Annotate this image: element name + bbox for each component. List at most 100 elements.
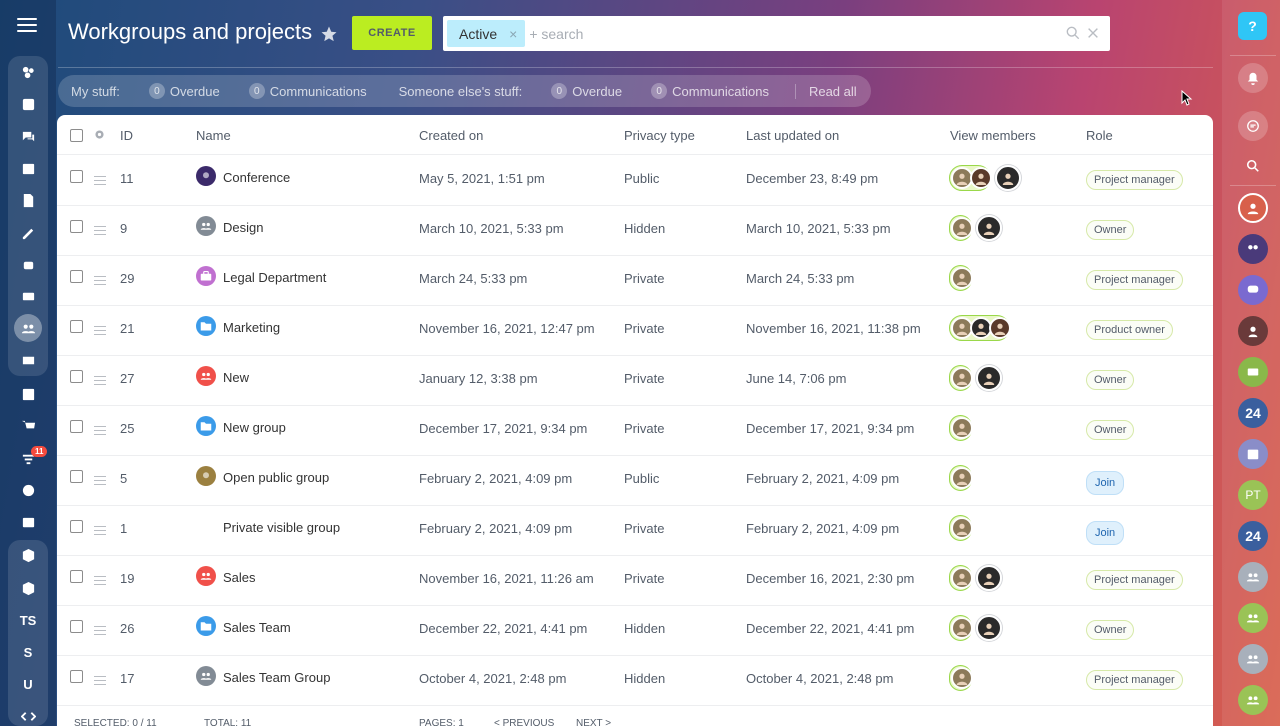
table-row[interactable]: 29 Legal Department March 24, 5:33 pm Priva… [57, 256, 1213, 306]
chat-icon[interactable] [12, 124, 44, 148]
drag-handle-icon[interactable] [94, 526, 106, 535]
contact-card-icon[interactable] [12, 510, 44, 534]
group-chat-icon-2[interactable] [1238, 562, 1268, 592]
row-members[interactable] [949, 465, 976, 491]
column-updated[interactable]: Last updated on [746, 128, 839, 143]
row-name-link[interactable]: Conference [223, 170, 290, 185]
member-avatar[interactable] [951, 417, 973, 439]
member-group[interactable] [949, 215, 973, 241]
table-row[interactable]: 11 Conference May 5, 2021, 1:51 pm Public De… [57, 156, 1213, 206]
chat-label-pt[interactable]: PT [1238, 480, 1268, 510]
row-checkbox[interactable] [70, 520, 83, 533]
messenger-icon[interactable] [1238, 111, 1268, 141]
row-members[interactable] [949, 215, 1006, 241]
tasks-icon[interactable] [12, 382, 44, 406]
menu-icon[interactable] [17, 18, 37, 34]
calendar-chat-icon[interactable] [1238, 439, 1268, 469]
column-privacy[interactable]: Privacy type [624, 128, 695, 143]
member-group[interactable] [949, 615, 973, 641]
column-members[interactable]: View members [950, 128, 1036, 143]
row-members[interactable] [949, 415, 976, 441]
row-name-link[interactable]: New [223, 370, 249, 385]
member-group[interactable] [949, 165, 992, 191]
member-group[interactable] [949, 365, 973, 391]
member-avatar[interactable] [951, 267, 973, 289]
target-icon[interactable] [12, 478, 44, 502]
row-name-link[interactable]: Sales Team Group [223, 670, 330, 685]
group-chat-icon-5[interactable] [1238, 685, 1268, 715]
row-name-link[interactable]: New group [223, 420, 286, 435]
drag-handle-icon[interactable] [94, 176, 106, 185]
row-name-link[interactable]: Open public group [223, 470, 329, 485]
dashboard-icon[interactable] [12, 60, 44, 84]
join-button[interactable]: Join [1086, 471, 1125, 495]
row-members[interactable] [949, 565, 1006, 591]
workgroups-icon[interactable] [14, 314, 42, 342]
table-row[interactable]: 26 Sales Team December 22, 2021, 4:41 pm Hi… [57, 606, 1213, 656]
row-checkbox[interactable] [70, 570, 83, 583]
row-members[interactable] [949, 165, 1025, 191]
select-all-checkbox[interactable] [70, 129, 83, 142]
row-checkbox[interactable] [70, 320, 83, 333]
next-link[interactable]: NEXT > [576, 718, 611, 726]
row-checkbox[interactable] [70, 620, 83, 633]
row-members[interactable] [949, 315, 1014, 341]
else-overdue-counter[interactable]: 0 Overdue [551, 83, 622, 99]
column-role[interactable]: Role [1086, 128, 1113, 143]
remove-filter-icon[interactable]: × [509, 26, 517, 42]
member-avatar[interactable] [951, 217, 973, 239]
drag-handle-icon[interactable] [94, 476, 106, 485]
chat-card-icon[interactable] [1238, 357, 1268, 387]
member-avatar[interactable] [976, 615, 1002, 641]
row-members[interactable] [949, 665, 976, 691]
else-communications-counter[interactable]: 0 Communications [651, 83, 769, 99]
nav-item-s[interactable]: S [12, 640, 44, 664]
box-icon[interactable] [12, 543, 44, 567]
table-row[interactable]: 21 Marketing November 16, 2021, 12:47 pm Pr… [57, 306, 1213, 356]
group-chat-icon-3[interactable] [1238, 603, 1268, 633]
drag-handle-icon[interactable] [94, 276, 106, 285]
previous-link[interactable]: < PREVIOUS [494, 718, 554, 726]
join-button[interactable]: Join [1086, 521, 1125, 545]
search-icon[interactable] [1066, 26, 1080, 40]
document-icon[interactable] [12, 188, 44, 212]
row-name-link[interactable]: Marketing [223, 320, 280, 335]
row-members[interactable] [949, 515, 976, 541]
member-group[interactable] [949, 265, 973, 291]
chat-avatar-2[interactable] [1238, 316, 1268, 346]
cart-icon[interactable] [12, 414, 44, 438]
star-icon[interactable] [320, 25, 338, 43]
member-group[interactable] [949, 415, 973, 441]
nav-item-u[interactable]: U [12, 672, 44, 696]
column-created[interactable]: Created on [419, 128, 483, 143]
chat-label-24[interactable]: 24 [1238, 398, 1268, 428]
table-row[interactable]: 27 New January 12, 3:38 pm Private June 14, … [57, 356, 1213, 406]
my-communications-counter[interactable]: 0 Communications [248, 83, 367, 99]
calendar-icon[interactable] [12, 156, 44, 180]
row-members[interactable] [949, 365, 1006, 391]
member-avatar[interactable] [970, 167, 992, 189]
help-button[interactable]: ? [1238, 12, 1267, 40]
row-members[interactable] [949, 265, 976, 291]
drag-handle-icon[interactable] [94, 626, 106, 635]
row-checkbox[interactable] [70, 670, 83, 683]
drag-handle-icon[interactable] [94, 376, 106, 385]
drag-handle-icon[interactable] [94, 326, 106, 335]
member-avatar[interactable] [976, 215, 1002, 241]
member-avatar[interactable] [951, 567, 973, 589]
row-checkbox[interactable] [70, 370, 83, 383]
create-button[interactable]: CREATE [352, 16, 432, 50]
member-avatar[interactable] [951, 367, 973, 389]
member-group[interactable] [949, 665, 973, 691]
table-row[interactable]: 19 Sales November 16, 2021, 11:26 am Privat… [57, 556, 1213, 606]
column-name[interactable]: Name [196, 128, 231, 143]
clear-icon[interactable] [1086, 26, 1100, 40]
search-input[interactable] [529, 25, 1030, 42]
member-avatar[interactable] [951, 667, 973, 689]
table-row[interactable]: 25 New group December 17, 2021, 9:34 pm Pri… [57, 406, 1213, 456]
filter-tag-active[interactable]: Active × [447, 20, 526, 47]
row-checkbox[interactable] [70, 420, 83, 433]
row-checkbox[interactable] [70, 170, 83, 183]
member-avatar[interactable] [976, 365, 1002, 391]
table-row[interactable]: 17 Sales Team Group October 4, 2021, 2:48 … [57, 656, 1213, 706]
